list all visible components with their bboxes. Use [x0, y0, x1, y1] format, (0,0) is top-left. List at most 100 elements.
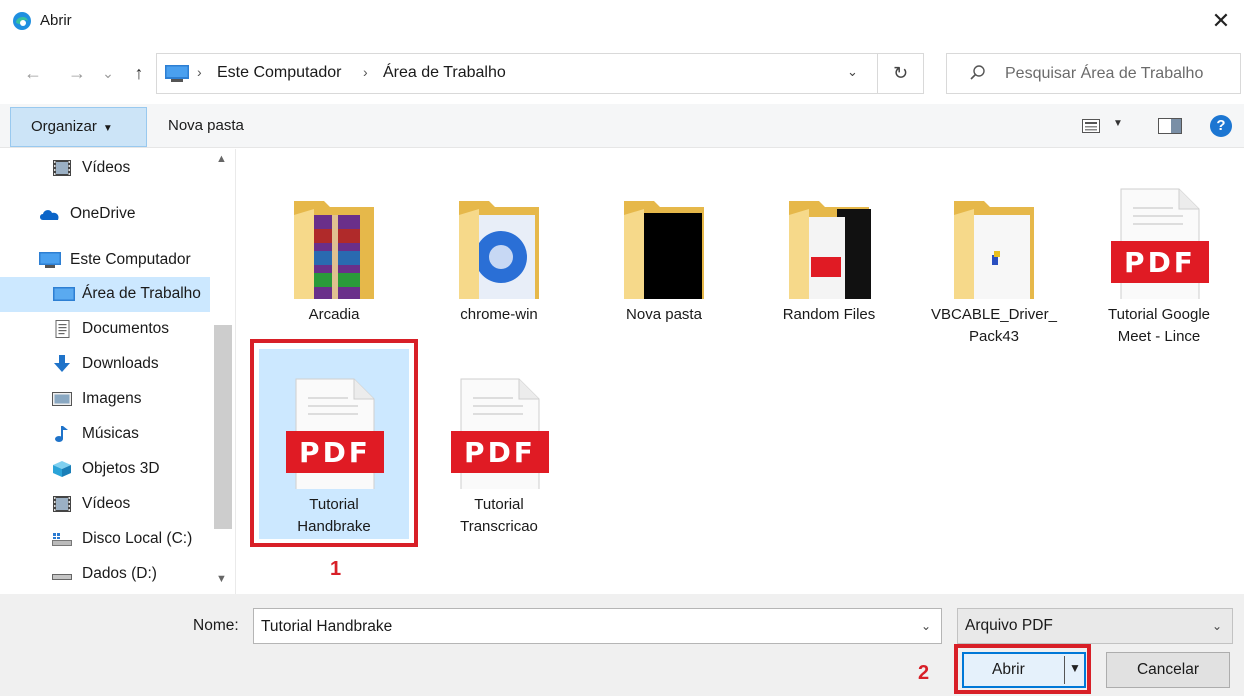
file-item-nova-pasta[interactable]: Nova pasta — [589, 159, 739, 349]
drive-icon — [52, 574, 72, 580]
breadcrumb-area-de-trabalho[interactable]: Área de Trabalho — [383, 64, 506, 82]
breadcrumb-separator: › — [363, 64, 368, 80]
file-item-chrome-win[interactable]: chrome-win — [424, 159, 574, 349]
refresh-icon[interactable]: ↻ — [878, 53, 924, 94]
scroll-down-icon[interactable]: ▼ — [216, 573, 227, 585]
cancel-button[interactable]: Cancelar — [1106, 652, 1230, 688]
pdf-file-icon: PDF — [1111, 188, 1209, 299]
open-button[interactable]: Abrir ▼ — [962, 652, 1086, 688]
file-name: Tutorial Transcricao — [460, 496, 538, 535]
video-icon — [53, 160, 71, 176]
view-mode-icon[interactable] — [1082, 119, 1100, 133]
cloud-icon — [40, 210, 59, 220]
highlight-box-selected-file — [250, 339, 418, 547]
sidebar-item-videos-2[interactable]: Vídeos — [0, 487, 210, 522]
organize-label: Organizar — [31, 118, 97, 135]
breadcrumb-separator: › — [197, 64, 202, 80]
toolbar: Organizar ▼ Nova pasta ▼ ? — [0, 104, 1244, 148]
folder-docs-icon — [954, 201, 1034, 299]
view-dropdown-icon[interactable]: ▼ — [1113, 118, 1123, 129]
file-list: Arcadia chrome-win Nova pasta Random Fil… — [237, 149, 1244, 594]
chevron-down-icon[interactable]: ⌄ — [921, 619, 931, 633]
music-icon — [55, 426, 68, 442]
folder-pdf-icon — [789, 201, 871, 299]
address-bar[interactable]: › Este Computador › Área de Trabalho ⌄ — [156, 53, 878, 94]
navigation-pane: Vídeos OneDrive Este Computador Área de … — [0, 149, 236, 594]
back-arrow-icon[interactable]: ← — [22, 62, 44, 84]
open-options-dropdown-icon[interactable]: ▼ — [1069, 661, 1081, 675]
sidebar-item-dados-d[interactable]: Dados (D:) — [0, 557, 210, 592]
up-arrow-icon[interactable]: ↑ — [128, 62, 150, 84]
sidebar-item-label: OneDrive — [70, 205, 136, 222]
scroll-up-icon[interactable]: ▲ — [216, 153, 227, 165]
sidebar-item-musicas[interactable]: Músicas — [0, 417, 210, 452]
sidebar-item-videos[interactable]: Vídeos — [0, 151, 210, 186]
file-name: VBCABLE_Driver_ Pack43 — [931, 306, 1057, 345]
scroll-thumb[interactable] — [214, 325, 232, 529]
image-icon — [52, 392, 72, 406]
sidebar-item-onedrive[interactable]: OneDrive — [0, 197, 210, 232]
chevron-down-icon: ⌄ — [1211, 619, 1222, 633]
sidebar-item-documentos[interactable]: Documentos — [0, 312, 210, 347]
file-item-vbcable[interactable]: VBCABLE_Driver_ Pack43 — [919, 159, 1069, 349]
file-item-tutorial-transcricao[interactable]: PDF Tutorial Transcricao — [424, 349, 574, 539]
desktop-icon — [53, 287, 75, 301]
sidebar-item-imagens[interactable]: Imagens — [0, 382, 210, 417]
recent-locations-chevron-icon[interactable]: ⌄ — [97, 62, 119, 84]
drive-icon — [52, 533, 72, 546]
organize-button[interactable]: Organizar ▼ — [10, 107, 147, 147]
sidebar-item-objetos-3d[interactable]: Objetos 3D — [0, 452, 210, 487]
search-placeholder: Pesquisar Área de Trabalho — [1005, 65, 1204, 82]
open-button-label: Abrir — [992, 661, 1025, 678]
edge-app-icon — [13, 12, 31, 30]
file-type-value: Arquivo PDF — [965, 617, 1053, 634]
search-input[interactable]: Pesquisar Área de Trabalho — [946, 53, 1241, 94]
preview-pane-icon[interactable] — [1158, 118, 1182, 134]
forward-arrow-icon[interactable]: → — [66, 62, 88, 84]
sidebar-item-label: Este Computador — [70, 251, 191, 268]
close-icon[interactable]: ✕ — [1208, 8, 1234, 34]
sidebar-item-label: Downloads — [82, 355, 159, 372]
sidebar-item-label: Disco Local (C:) — [82, 530, 193, 547]
sidebar-item-area-de-trabalho[interactable]: Área de Trabalho — [0, 277, 210, 312]
sidebar-item-este-computador[interactable]: Este Computador — [0, 243, 210, 278]
address-dropdown-icon[interactable]: ⌄ — [847, 64, 858, 80]
sidebar-item-label: Vídeos — [82, 159, 131, 176]
sidebar-item-label: Objetos 3D — [82, 460, 160, 477]
svg-text:PDF: PDF — [1124, 246, 1196, 279]
sidebar-scrollbar[interactable]: ▲ ▼ — [210, 149, 235, 594]
sidebar-item-downloads[interactable]: Downloads — [0, 347, 210, 382]
file-item-arcadia[interactable]: Arcadia — [259, 159, 409, 349]
pdf-file-icon: PDF — [451, 378, 549, 489]
file-item-random-files[interactable]: Random Files — [754, 159, 904, 349]
folder-chrome-icon — [459, 201, 539, 299]
sidebar-item-disco-local-c[interactable]: Disco Local (C:) — [0, 522, 210, 557]
breadcrumb-este-computador[interactable]: Este Computador — [217, 64, 342, 82]
step-number-1: 1 — [330, 558, 342, 580]
caret-down-icon: ▼ — [102, 123, 113, 134]
document-icon — [55, 320, 70, 338]
file-name: chrome-win — [460, 306, 538, 323]
file-item-tutorial-google-meet[interactable]: PDF Tutorial Google Meet - Lince — [1084, 159, 1234, 349]
sidebar-item-label: Dados (D:) — [82, 565, 157, 582]
file-name: Nova pasta — [626, 306, 702, 323]
download-icon — [54, 355, 70, 372]
file-name-label: Nome: — [193, 617, 239, 634]
desktop-icon — [165, 65, 189, 82]
file-name-value: Tutorial Handbrake — [261, 618, 393, 635]
file-name-field[interactable]: Tutorial Handbrake ⌄ — [253, 608, 942, 644]
file-name: Tutorial Google Meet - Lince — [1108, 306, 1210, 345]
file-type-select[interactable]: Arquivo PDF ⌄ — [957, 608, 1233, 644]
svg-text:PDF: PDF — [464, 436, 536, 469]
file-name: Random Files — [782, 306, 876, 323]
sidebar-item-label: Área de Trabalho — [82, 285, 201, 302]
new-folder-button[interactable]: Nova pasta — [168, 117, 244, 134]
help-icon[interactable]: ? — [1210, 115, 1232, 137]
title-bar: Abrir ✕ — [0, 0, 1244, 42]
sidebar-item-label: Imagens — [82, 390, 142, 407]
sidebar-item-label: Músicas — [82, 425, 139, 442]
cube-icon — [53, 461, 71, 477]
sidebar-item-label: Vídeos — [82, 495, 131, 512]
sidebar-item-label: Documentos — [82, 320, 170, 337]
folder-black-icon — [624, 201, 704, 299]
